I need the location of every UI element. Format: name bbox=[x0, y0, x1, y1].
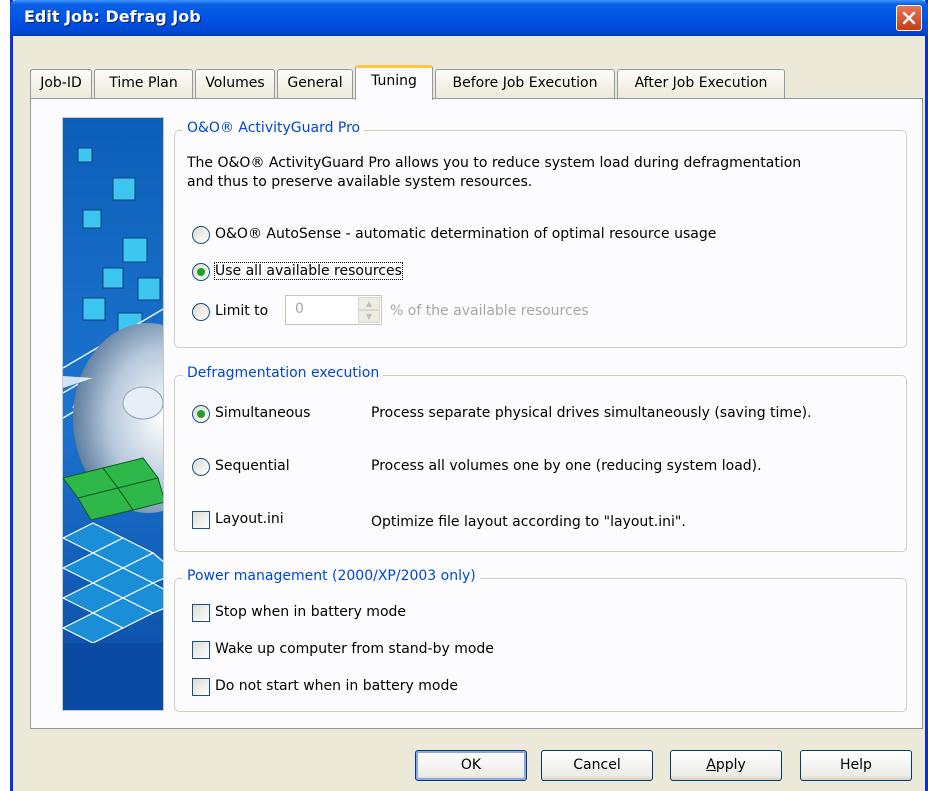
sequential-description: Process all volumes one by one (reducing… bbox=[371, 458, 762, 474]
tab-before-job-execution[interactable]: Before Job Execution bbox=[435, 69, 615, 99]
window-title: Edit Job: Defrag Job bbox=[24, 7, 201, 26]
sequential-label[interactable]: Sequential bbox=[215, 458, 290, 474]
activityguard-group: O&O® ActivityGuard Pro The O&O® Activity… bbox=[174, 120, 907, 348]
layout-ini-description: Optimize file layout according to "layou… bbox=[371, 514, 686, 530]
cancel-button[interactable]: Cancel bbox=[541, 750, 653, 781]
limit-suffix-label: % of the available resources bbox=[390, 303, 589, 319]
simultaneous-label[interactable]: Simultaneous bbox=[215, 405, 310, 421]
dialog-window: Edit Job: Defrag Job Job-ID Time Plan Vo… bbox=[10, 0, 928, 791]
no-start-battery-checkbox[interactable] bbox=[192, 678, 210, 696]
spin-down-icon[interactable]: ▼ bbox=[358, 310, 380, 323]
help-button[interactable]: Help bbox=[800, 750, 912, 781]
wake-up-checkbox[interactable] bbox=[192, 641, 210, 659]
power-management-legend: Power management (2000/XP/2003 only) bbox=[183, 568, 480, 584]
decorative-side-image bbox=[62, 117, 164, 711]
apply-accelerator: A bbox=[706, 757, 716, 773]
use-all-resources-label[interactable]: Use all available resources bbox=[214, 262, 403, 280]
limit-to-label[interactable]: Limit to bbox=[215, 303, 268, 319]
activityguard-legend: O&O® ActivityGuard Pro bbox=[183, 120, 365, 136]
no-start-battery-label[interactable]: Do not start when in battery mode bbox=[215, 678, 458, 694]
autosense-radio[interactable] bbox=[192, 226, 210, 244]
sequential-radio[interactable] bbox=[192, 458, 210, 476]
activityguard-description: The O&O® ActivityGuard Pro allows you to… bbox=[187, 155, 802, 171]
simultaneous-description: Process separate physical drives simulta… bbox=[371, 405, 812, 421]
defrag-execution-legend: Defragmentation execution bbox=[183, 365, 384, 381]
tuning-panel: O&O® ActivityGuard Pro The O&O® Activity… bbox=[30, 98, 923, 729]
limit-percentage-spinner[interactable]: 0 ▲ ▼ bbox=[285, 295, 382, 325]
layout-ini-checkbox[interactable] bbox=[192, 511, 210, 529]
tab-volumes[interactable]: Volumes bbox=[195, 69, 275, 99]
power-management-group: Power management (2000/XP/2003 only) Sto… bbox=[174, 568, 907, 712]
tab-tuning[interactable]: Tuning bbox=[355, 65, 433, 100]
limit-value: 0 bbox=[295, 301, 304, 317]
activityguard-description-2: and thus to preserve available system re… bbox=[187, 174, 533, 190]
wake-up-label[interactable]: Wake up computer from stand-by mode bbox=[215, 641, 494, 657]
autosense-label[interactable]: O&O® AutoSense - automatic determination… bbox=[215, 226, 716, 242]
tab-job-id[interactable]: Job-ID bbox=[30, 69, 92, 99]
title-bar[interactable]: Edit Job: Defrag Job bbox=[10, 0, 928, 36]
stop-battery-label[interactable]: Stop when in battery mode bbox=[215, 604, 406, 620]
use-all-resources-radio[interactable] bbox=[192, 263, 210, 281]
close-x-icon bbox=[902, 11, 916, 25]
tab-after-job-execution[interactable]: After Job Execution bbox=[617, 69, 785, 99]
spin-up-icon[interactable]: ▲ bbox=[358, 297, 380, 310]
defrag-execution-group: Defragmentation execution Simultaneous P… bbox=[174, 365, 907, 552]
stop-battery-checkbox[interactable] bbox=[192, 604, 210, 622]
limit-to-radio[interactable] bbox=[192, 303, 210, 321]
apply-button[interactable]: Apply bbox=[670, 750, 782, 781]
close-button[interactable] bbox=[896, 5, 922, 31]
simultaneous-radio[interactable] bbox=[192, 405, 210, 423]
ok-button[interactable]: OK bbox=[415, 750, 527, 781]
tab-time-plan[interactable]: Time Plan bbox=[94, 69, 193, 99]
layout-ini-label[interactable]: Layout.ini bbox=[215, 511, 284, 527]
tab-general[interactable]: General bbox=[277, 69, 353, 99]
apply-label-rest: pply bbox=[715, 757, 746, 773]
